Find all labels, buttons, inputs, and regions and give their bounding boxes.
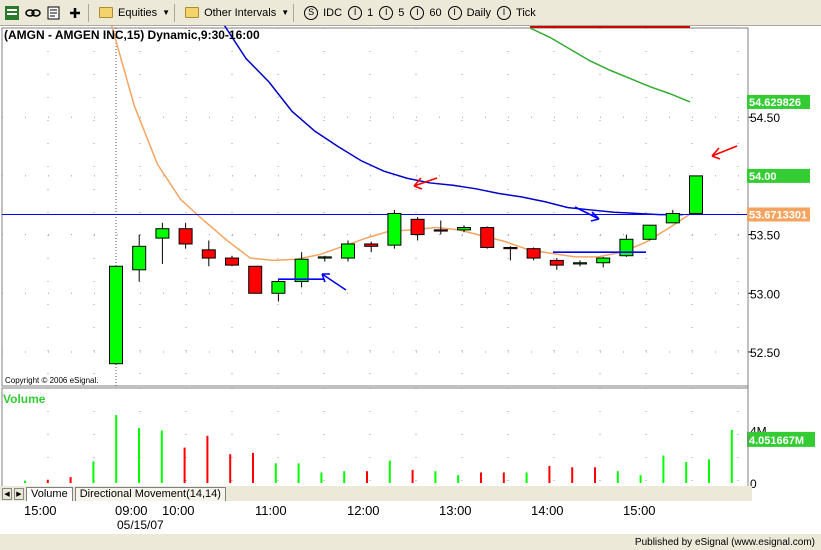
chart-title: (AMGN - AMGEN INC,15) Dynamic,9:30-16:00 xyxy=(4,28,260,42)
candle-body xyxy=(503,246,518,250)
other-intervals-dropdown[interactable]: Other Intervals ▼ xyxy=(185,7,289,19)
publisher-label: Published by eSignal (www.esignal.com) xyxy=(634,537,815,548)
add-icon[interactable] xyxy=(66,4,84,22)
chart-window-icon[interactable] xyxy=(3,4,21,22)
candle-body xyxy=(573,262,587,265)
candle-body xyxy=(480,227,495,248)
interval-button-5[interactable]: I5 xyxy=(379,5,405,20)
time-tick-label: 11:00 xyxy=(255,503,287,518)
price-tick-label: 53.00 xyxy=(750,287,780,301)
interval-s-icon: S xyxy=(304,5,319,20)
volume-marker-label: 4.051667M xyxy=(749,435,804,447)
candle-body xyxy=(689,175,703,214)
candle-body xyxy=(317,256,332,259)
copyright-label: Copyright © 2006 eSignal. xyxy=(5,376,99,385)
interval-i-icon: I xyxy=(497,5,512,20)
price-marker-label: 53.6713301 xyxy=(749,210,807,222)
other-intervals-label: Other Intervals xyxy=(204,6,277,19)
candle-body xyxy=(271,281,286,294)
equities-dropdown[interactable]: Equities ▼ xyxy=(99,7,170,19)
time-tick-label: 12:00 xyxy=(347,503,380,518)
price-tick-label: 53.50 xyxy=(750,229,780,243)
interval-button-1[interactable]: I1 xyxy=(348,5,374,20)
chart-area[interactable]: 4M04.051667M 52.5053.0053.5054.0054.5054… xyxy=(0,26,821,534)
candle-body xyxy=(526,248,541,259)
folder-icon xyxy=(185,7,200,18)
chevron-down-icon: ▼ xyxy=(281,8,290,17)
candle-body xyxy=(433,229,448,232)
interval-label: 5 xyxy=(398,6,405,19)
volume-label: Volume xyxy=(3,392,46,406)
time-tick-label: 15:00 xyxy=(623,503,656,518)
candle-body xyxy=(109,265,123,365)
candle-body xyxy=(341,243,355,259)
time-tick-label: 13:00 xyxy=(439,503,472,518)
interval-i-icon: I xyxy=(410,5,425,20)
toolbar-separator xyxy=(293,3,295,22)
interval-i-icon: I xyxy=(447,5,462,20)
interval-label: Tick xyxy=(516,6,536,19)
folder-icon xyxy=(99,7,113,18)
candle-body xyxy=(201,249,216,259)
interval-button-tick[interactable]: I Tick xyxy=(497,5,536,20)
price-tick-label: 54.50 xyxy=(750,111,780,125)
toolbar-separator xyxy=(88,3,89,22)
toolbar-separator xyxy=(174,3,176,22)
interval-button-daily[interactable]: I Daily xyxy=(447,5,492,20)
candle-body xyxy=(410,218,425,236)
candle-body xyxy=(619,238,634,257)
equities-label: Equities xyxy=(118,6,158,19)
candle-body xyxy=(132,245,147,271)
candle-body xyxy=(155,228,170,239)
interval-button-idc[interactable]: S IDC xyxy=(304,5,343,20)
date-label: 05/15/07 xyxy=(117,518,164,532)
interval-i-icon: I xyxy=(348,5,363,20)
panel-tabs: ◀ ▶ Volume Directional Movement(14,14) xyxy=(0,486,752,501)
time-tick-label: 15:00 xyxy=(24,503,57,518)
time-tick-label: 10:00 xyxy=(162,503,195,518)
interval-i-icon: I xyxy=(379,5,394,20)
candle-body xyxy=(364,243,379,247)
tab-directional-movement[interactable]: Directional Movement(14,14) xyxy=(74,487,226,501)
interval-label: 1 xyxy=(367,6,374,19)
candle-body xyxy=(225,257,239,266)
toolbar: Equities ▼ Other Intervals ▼ S IDC I1 I5 … xyxy=(0,0,821,26)
time-tick-label: 09:00 xyxy=(115,503,148,518)
properties-icon[interactable] xyxy=(45,4,63,22)
candle-body xyxy=(387,212,402,246)
tab-volume[interactable]: Volume xyxy=(26,487,73,501)
interval-label: Daily xyxy=(466,6,492,19)
chevron-down-icon: ▼ xyxy=(162,8,171,17)
candle-body xyxy=(596,257,611,264)
candle-body xyxy=(178,228,193,245)
interval-label: IDC xyxy=(323,6,343,19)
interval-label: 60 xyxy=(429,6,442,19)
time-tick-label: 14:00 xyxy=(531,503,564,518)
scroll-left-icon[interactable]: ◀ xyxy=(2,488,12,500)
candle-body xyxy=(457,227,471,231)
link-icon[interactable] xyxy=(24,4,42,22)
candle-body xyxy=(248,265,263,294)
price-marker-label: 54.00 xyxy=(749,171,777,183)
candle-body xyxy=(642,224,657,240)
price-marker-label: 54.629826 xyxy=(749,97,801,109)
scroll-right-icon[interactable]: ▶ xyxy=(14,488,24,500)
interval-button-60[interactable]: I 60 xyxy=(410,5,442,20)
price-tick-label: 52.50 xyxy=(750,346,780,360)
candle-body xyxy=(549,259,564,266)
candle-body xyxy=(294,258,309,283)
candle-body xyxy=(665,212,680,224)
